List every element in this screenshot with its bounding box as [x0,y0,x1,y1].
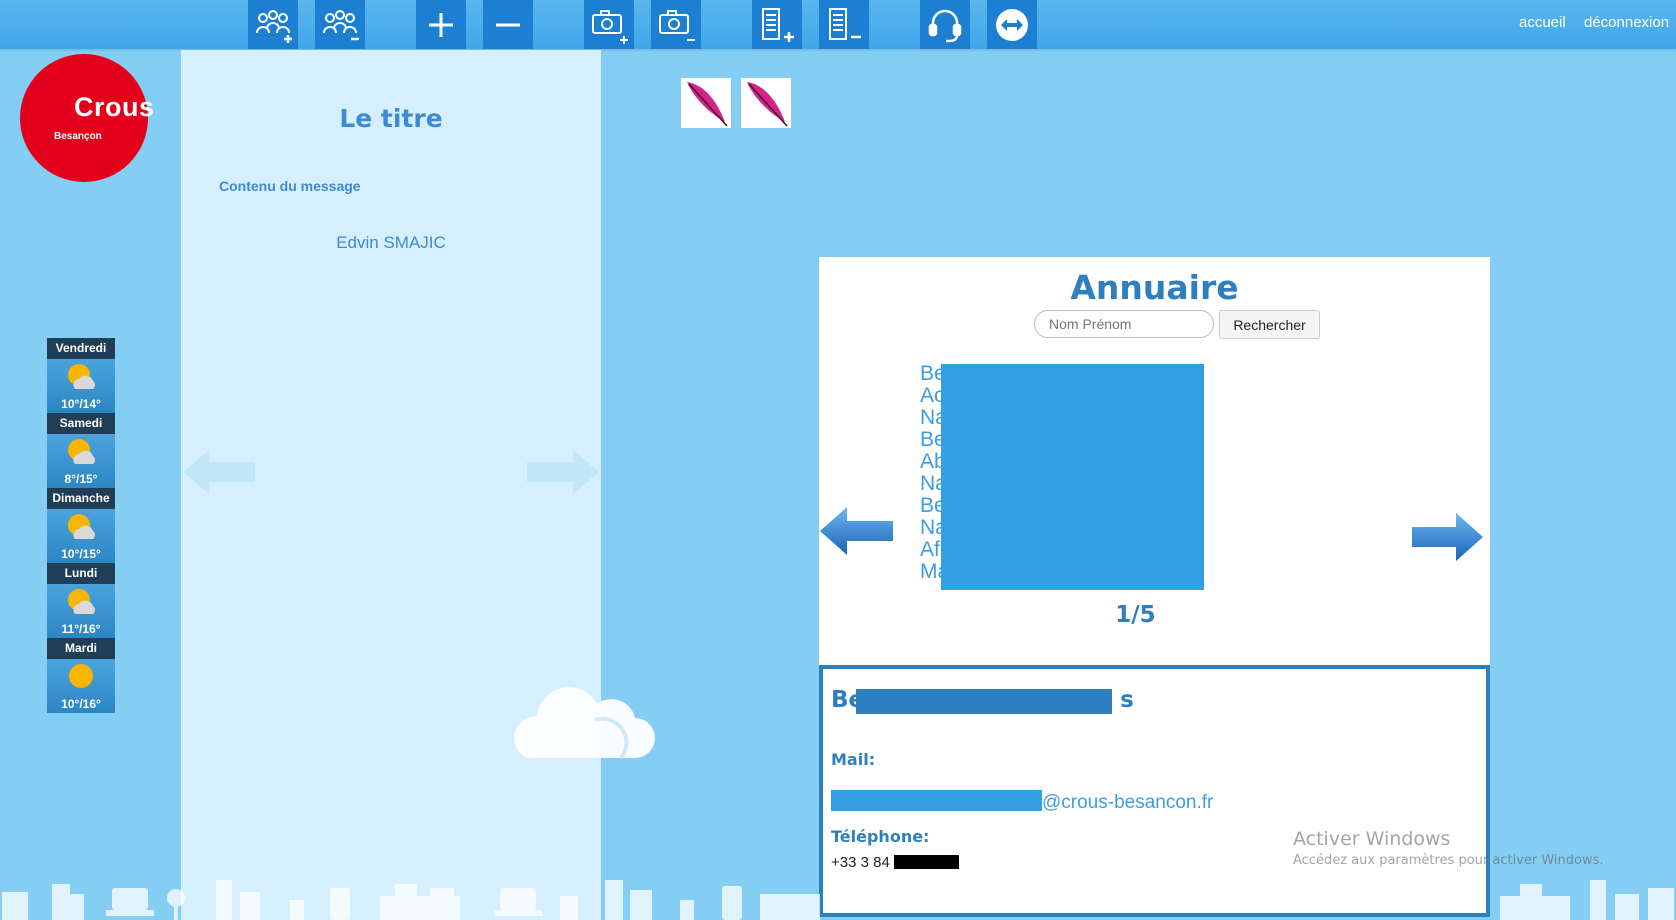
logo-sub-text: Besançon [54,131,102,142]
document-remove-icon [829,7,861,40]
weather-day-name: Dimanche [47,488,115,509]
weather-day: Mardi 10°/16° [47,638,115,713]
phone-label: Téléphone: [831,827,930,846]
remove-photo-button[interactable] [651,0,701,49]
headset-icon [928,9,962,42]
add-document-button[interactable] [752,0,802,49]
crous-logo: Crous Besançon [20,54,154,182]
directory-title: Annuaire [1070,268,1239,307]
sun-icon [69,664,93,688]
add-group-icon [256,9,292,43]
sun-cloud-icon [68,514,95,539]
message-author: Edvin SMAJIC [336,233,446,252]
directory-search-input[interactable] [1034,310,1214,338]
plus-icon [429,12,453,37]
message-content: Contenu du message [219,178,361,194]
weather-temp: 10°/14° [61,397,101,411]
remove-document-button[interactable] [819,0,869,49]
weather-temp: 10°/16° [61,697,101,711]
contact-phone: +33 3 84 [831,854,959,871]
message-next-arrow-icon[interactable] [525,446,601,498]
weather-day: Vendredi 10°/14° [47,338,115,413]
weather-day: Samedi 8°/15° [47,413,115,488]
sun-cloud-icon [68,589,95,614]
sun-cloud-icon [68,364,95,389]
weather-day-name: Vendredi [47,338,115,359]
add-group-button[interactable] [248,0,298,49]
weather-day: Dimanche 10°/15° [47,488,115,563]
search-button[interactable]: Rechercher [1219,310,1320,339]
feather-icon [687,82,728,127]
logo-main-text: Crous [74,92,155,122]
redaction-block [856,689,1112,714]
support-button[interactable] [920,0,970,49]
document-add-icon [762,7,794,42]
page-indicator: 1/5 [1115,602,1156,628]
activation-watermark-text: Accédez aux paramètres pour activer Wind… [1293,853,1604,868]
teamviewer-icon [996,8,1028,41]
add-photo-button[interactable] [584,0,634,49]
previous-page-arrow-icon[interactable] [819,505,894,557]
top-toolbar: accueil déconnexion [0,0,1676,49]
zoom-out-button[interactable] [483,0,533,49]
phone-prefix: +33 3 84 [831,854,890,871]
message-title: Le titre [339,104,443,133]
remove-group-button[interactable] [315,0,365,49]
weather-temp: 8°/15° [64,472,98,486]
minus-icon [496,23,520,26]
mail-label: Mail: [831,750,876,769]
zoom-in-button[interactable] [416,0,466,49]
sun-cloud-icon [68,439,95,464]
contact-email[interactable]: @crous-besancon.fr [831,790,1213,814]
redaction-block [941,364,1204,590]
camera-remove-icon [659,9,695,41]
remove-group-icon [323,9,359,40]
feather-button[interactable] [741,78,791,128]
weather-day-name: Lundi [47,563,115,584]
feather-icon [747,82,788,127]
next-page-arrow-icon[interactable] [1411,511,1484,563]
contact-name-suffix: s [1120,687,1134,713]
feather-button[interactable] [681,78,731,128]
activation-watermark-title: Activer Windows [1293,828,1451,850]
weather-day-name: Samedi [47,413,115,434]
redaction-block [831,790,1042,811]
remote-control-button[interactable] [987,0,1037,49]
email-domain: @crous-besancon.fr [1042,792,1214,813]
home-link[interactable]: accueil [1519,14,1566,31]
weather-widget: Vendredi 10°/14° Samedi 8°/15° Dimanche … [47,338,115,713]
message-prev-arrow-icon[interactable] [181,446,257,498]
directory-panel: Annuaire Rechercher Be Ac Na Be Ab Na Be… [819,257,1490,665]
camera-add-icon [592,9,628,44]
weather-day-name: Mardi [47,638,115,659]
cloud-icon [514,687,655,760]
redaction-block [893,855,959,869]
weather-temp: 10°/15° [61,547,101,561]
logout-link[interactable]: déconnexion [1584,14,1669,31]
weather-temp: 11°/16° [61,622,101,636]
message-panel: Le titre Contenu du message Edvin SMAJIC [181,50,655,920]
weather-day: Lundi 11°/16° [47,563,115,638]
city-skyline-decoration [2,880,1674,920]
